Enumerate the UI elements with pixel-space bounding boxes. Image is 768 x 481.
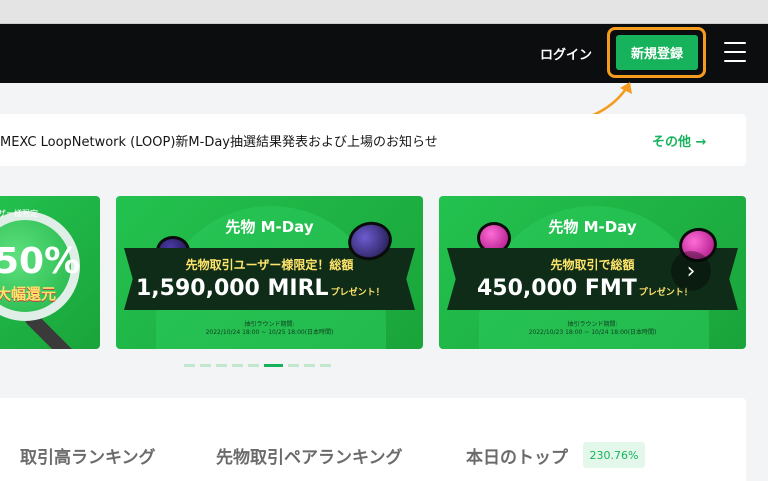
banner-3-period: 抽引ラウンド期間: 2022/10/23 18:00 ~ 10/24 18:00(… — [528, 321, 657, 336]
banner-3-amount: 450,000 FMT プレゼント！ — [477, 276, 693, 301]
hamburger-menu-icon[interactable] — [724, 42, 746, 62]
carousel-pagination — [184, 364, 331, 367]
carousel-dot[interactable] — [304, 364, 315, 367]
chevron-right-icon: › — [686, 258, 696, 284]
announcement-bar[interactable]: MEXC LoopNetwork (LOOP)新M-Day抽選結果発表および上場… — [0, 114, 746, 166]
signup-button[interactable]: 新規登録 — [616, 35, 698, 70]
carousel-dot[interactable] — [184, 364, 195, 367]
banner-1-sub-text: 大幅還元 — [0, 285, 57, 303]
banner-2-amount: 1,590,000 MIRL プレゼント！ — [136, 276, 385, 301]
banner-card-2[interactable]: 先物 M-Day 先物取引ユーザー様限定！総額 1,590,000 MIRL プレ… — [116, 196, 423, 349]
tab-volume-ranking[interactable]: 取引高ランキング — [20, 443, 156, 468]
carousel-dot[interactable] — [264, 364, 283, 367]
top-gain-badge: 230.76% — [583, 442, 645, 468]
site-header: ログイン 新規登録 — [0, 24, 768, 83]
carousel-dot[interactable] — [200, 364, 211, 367]
tab-futures-pair-ranking[interactable]: 先物取引ペアランキング — [216, 443, 403, 468]
banner-2-period: 抽引ラウンド期間: 2022/10/24 18:00 ~ 10/25 18:00(… — [205, 321, 334, 336]
banner-1-big-text: 50% — [0, 241, 81, 282]
banner-card-1[interactable]: ザー様限定 50% 大幅還元 — [0, 196, 100, 349]
login-link[interactable]: ログイン — [540, 44, 592, 63]
carousel-dot[interactable] — [216, 364, 227, 367]
banner-1-top-text: ザー様限定 — [0, 209, 38, 218]
banner-2-line1: 先物取引ユーザー様限定！総額 — [185, 258, 354, 272]
announcement-more-link[interactable]: その他 → — [652, 131, 706, 150]
tab-today-top[interactable]: 本日のトップ — [466, 443, 568, 468]
carousel-dot[interactable] — [232, 364, 243, 367]
announcement-text[interactable]: MEXC LoopNetwork (LOOP)新M-Day抽選結果発表および上場… — [0, 131, 438, 150]
carousel-next-button[interactable]: › — [671, 251, 711, 291]
carousel-dot[interactable] — [288, 364, 299, 367]
ranking-panel: 取引高ランキング 先物取引ペアランキング 本日のトップ 230.76% — [0, 398, 746, 481]
carousel-dot[interactable] — [320, 364, 331, 367]
browser-top-strip — [0, 0, 768, 24]
carousel-dot[interactable] — [248, 364, 259, 367]
